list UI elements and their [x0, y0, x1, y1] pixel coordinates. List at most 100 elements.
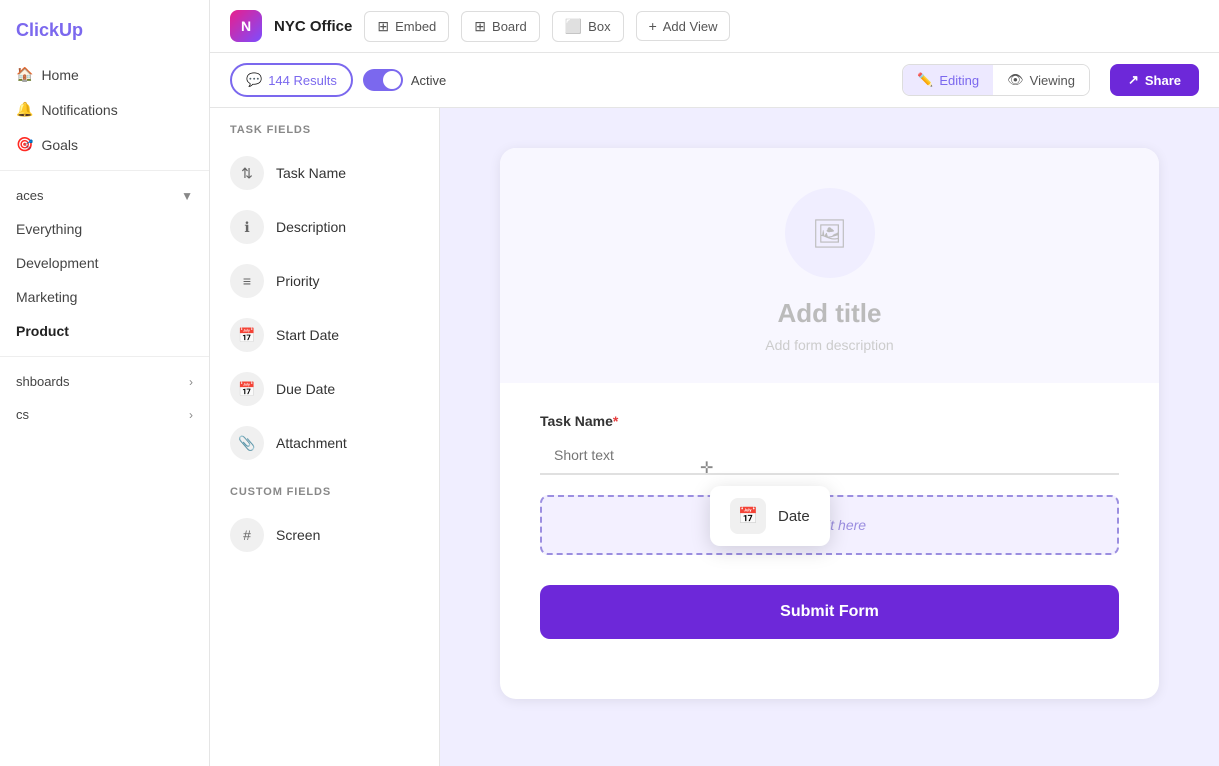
main-content: N NYC Office ⊞ Embed ⊞ Board ⬜ Box + Add… [210, 0, 1219, 766]
field-item-attachment[interactable]: 📎 Attachment [210, 416, 439, 470]
drag-tooltip: ✛ 📅 Date [710, 486, 830, 546]
screen-icon: # [230, 518, 264, 552]
sidebar-item-label: Marketing [16, 289, 77, 305]
date-tooltip-label: Date [778, 508, 810, 525]
workspace-name: NYC Office [274, 18, 352, 35]
dashboards-label: shboards [16, 374, 69, 389]
sidebar: ClickUp 🏠 Home 🔔 Notifications 🎯 Goals a… [0, 0, 210, 766]
board-button[interactable]: ⊞ Board [461, 11, 539, 42]
dashboards-section[interactable]: shboards › [0, 365, 209, 398]
embed-button[interactable]: ⊞ Embed [364, 11, 449, 42]
box-button[interactable]: ⬜ Box [552, 11, 624, 42]
active-label: Active [411, 73, 446, 88]
results-count: 144 Results [268, 73, 337, 88]
sidebar-item-product[interactable]: Product [0, 314, 209, 348]
spaces-section[interactable]: aces ▼ [0, 179, 209, 212]
sidebar-item-home[interactable]: 🏠 Home [0, 57, 209, 92]
divider [0, 170, 209, 171]
goals-icon: 🎯 [16, 136, 33, 153]
attachment-icon: 📎 [230, 426, 264, 460]
sidebar-item-label: Goals [41, 137, 78, 153]
field-label: Start Date [276, 327, 339, 343]
logo-area: ClickUp [0, 12, 209, 57]
add-view-label: Add View [663, 19, 718, 34]
chat-icon: 💬 [246, 72, 262, 88]
embed-label: Embed [395, 19, 436, 34]
field-label: Screen [276, 527, 320, 543]
task-name-icon: ⇅ [230, 156, 264, 190]
chevron-right-icon: › [189, 375, 193, 389]
active-toggle[interactable] [363, 69, 403, 91]
form-canvas: 🖼 Add title Add form description Task Na… [440, 108, 1219, 766]
field-label: Priority [276, 273, 320, 289]
field-label: Task Name [276, 165, 346, 181]
fields-panel: TASK FIELDS ⇅ Task Name ℹ Description ≡ … [210, 108, 440, 766]
field-item-priority[interactable]: ≡ Priority [210, 254, 439, 308]
edit-view-group: ✏️ Editing 👁 Viewing [902, 64, 1090, 96]
field-label: Attachment [276, 435, 347, 451]
home-icon: 🏠 [16, 66, 33, 83]
field-label: Description [276, 219, 346, 235]
toggle-knob [383, 71, 401, 89]
body-area: TASK FIELDS ⇅ Task Name ℹ Description ≡ … [210, 108, 1219, 766]
submit-form-button[interactable]: Submit Form [540, 585, 1119, 639]
due-date-icon: 📅 [230, 372, 264, 406]
task-fields-title: TASK FIELDS [210, 124, 439, 146]
embed-icon: ⊞ [377, 18, 389, 35]
editing-button[interactable]: ✏️ Editing [903, 65, 993, 95]
eye-icon: 👁 [1007, 72, 1024, 88]
divider-2 [0, 356, 209, 357]
sidebar-item-label: Everything [16, 221, 82, 237]
share-icon: ↗ [1128, 72, 1139, 88]
sidebar-item-label: Development [16, 255, 99, 271]
field-item-screen[interactable]: # Screen [210, 508, 439, 562]
image-icon: 🖼 [812, 217, 848, 250]
viewing-button[interactable]: 👁 Viewing [993, 65, 1089, 95]
sidebar-item-label: Home [41, 67, 78, 83]
workspace-icon: N [230, 10, 262, 42]
required-marker: * [613, 413, 618, 429]
field-item-start-date[interactable]: 📅 Start Date [210, 308, 439, 362]
spaces-label: aces [16, 188, 43, 203]
sidebar-item-development[interactable]: Development [0, 246, 209, 280]
submit-label: Submit Form [780, 603, 879, 620]
viewing-label: Viewing [1030, 73, 1075, 88]
form-description[interactable]: Add form description [765, 337, 893, 353]
plus-icon: + [649, 18, 657, 34]
sidebar-item-label: Product [16, 323, 69, 339]
board-label: Board [492, 19, 527, 34]
box-icon: ⬜ [565, 18, 582, 35]
add-view-button[interactable]: + Add View [636, 11, 731, 41]
field-label: Due Date [276, 381, 335, 397]
top-nav: N NYC Office ⊞ Embed ⊞ Board ⬜ Box + Add… [210, 0, 1219, 53]
date-field-icon: 📅 [730, 498, 766, 534]
sidebar-item-marketing[interactable]: Marketing [0, 280, 209, 314]
form-cover-placeholder[interactable]: 🖼 [785, 188, 875, 278]
editing-label: Editing [939, 73, 979, 88]
sidebar-item-notifications[interactable]: 🔔 Notifications [0, 92, 209, 127]
move-icon[interactable]: ✛ [700, 458, 713, 478]
task-name-field-label: Task Name* [540, 413, 1119, 429]
box-label: Box [588, 19, 610, 34]
sidebar-item-everything[interactable]: Everything [0, 212, 209, 246]
field-item-task-name[interactable]: ⇅ Task Name [210, 146, 439, 200]
sidebar-item-goals[interactable]: 🎯 Goals [0, 127, 209, 162]
field-item-due-date[interactable]: 📅 Due Date [210, 362, 439, 416]
form-card: 🖼 Add title Add form description Task Na… [500, 148, 1159, 699]
chevron-right-icon-2: › [189, 408, 193, 422]
docs-section[interactable]: cs › [0, 398, 209, 431]
share-button[interactable]: ↗ Share [1110, 64, 1199, 96]
task-name-input[interactable] [540, 437, 1119, 475]
form-title[interactable]: Add title [778, 298, 882, 329]
field-item-description[interactable]: ℹ Description [210, 200, 439, 254]
custom-fields-title: CUSTOM FIELDS [210, 486, 439, 508]
results-button[interactable]: 💬 144 Results [230, 63, 353, 97]
sidebar-item-label: Notifications [41, 102, 117, 118]
share-label: Share [1145, 73, 1181, 88]
app-logo: ClickUp [16, 20, 83, 41]
workspace-initial: N [241, 18, 251, 34]
task-name-label-text: Task Name [540, 413, 613, 429]
calendar-icon: 📅 [738, 506, 758, 526]
start-date-icon: 📅 [230, 318, 264, 352]
toolbar: 💬 144 Results Active ✏️ Editing 👁 Viewin… [210, 53, 1219, 108]
